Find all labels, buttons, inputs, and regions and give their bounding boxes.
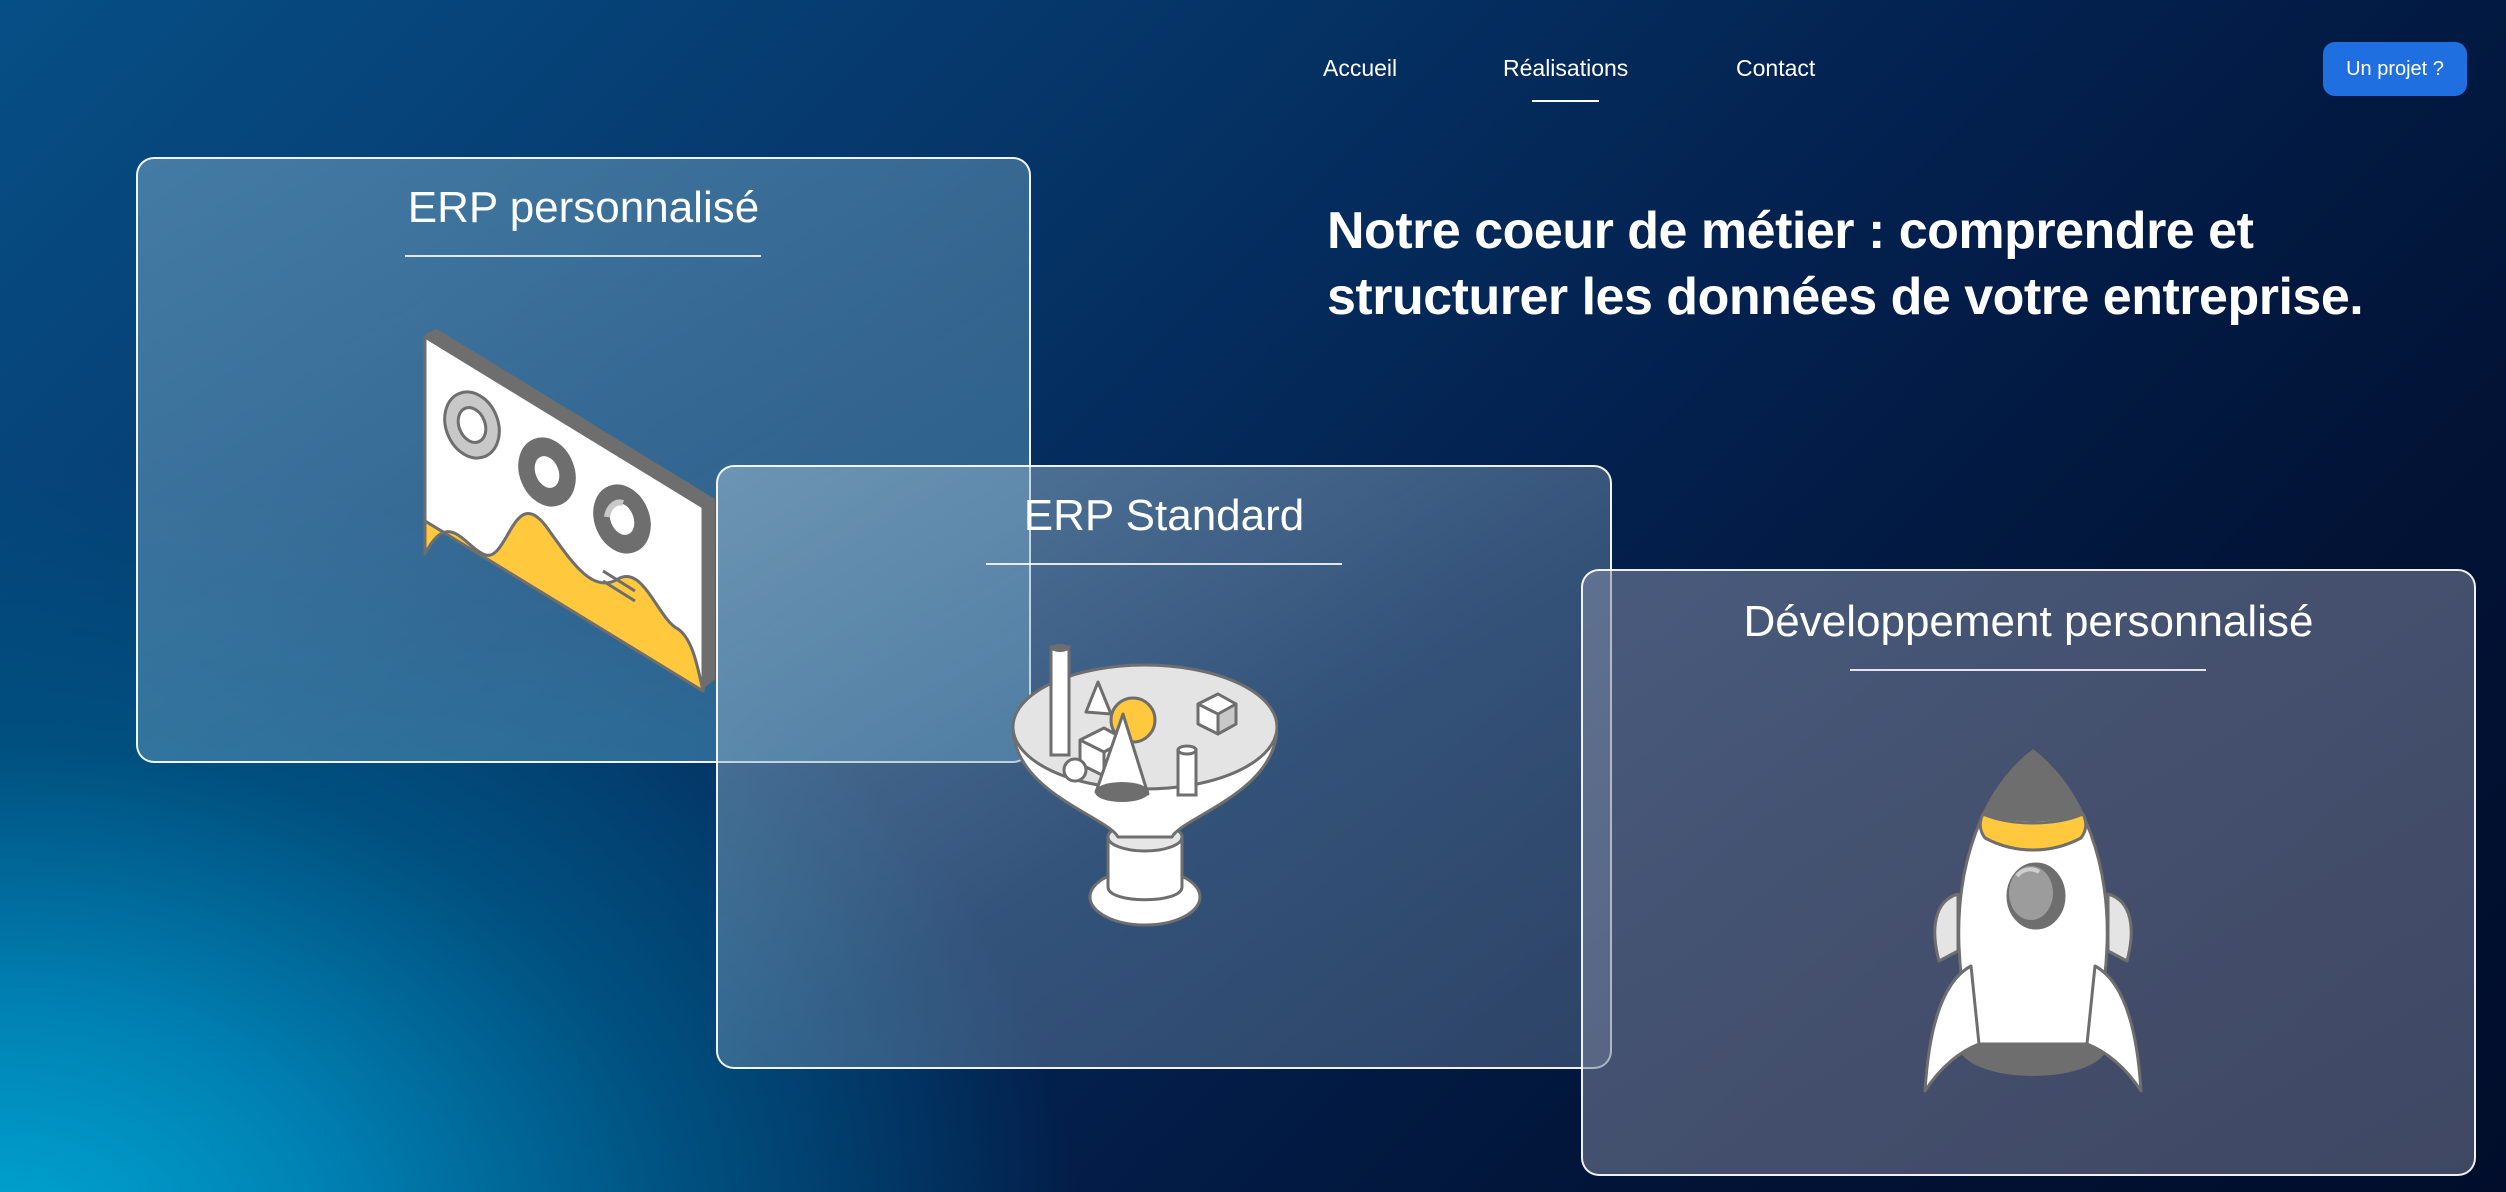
data-funnel-icon (1011, 644, 1278, 927)
nav-link-realisations[interactable]: Réalisations (1503, 55, 1628, 102)
card-erp-standard[interactable]: ERP Standard (716, 465, 1612, 1069)
rocket-icon (1923, 749, 2143, 1093)
card-title: ERP Standard (1023, 491, 1305, 540)
project-cta-button[interactable]: Un projet ? (2323, 42, 2467, 96)
card-title-underline (1850, 669, 2206, 671)
card-title-underline (405, 255, 761, 257)
nav-link-contact[interactable]: Contact (1736, 55, 1815, 82)
card-developpement-personnalise[interactable]: Développement personnalisé (1581, 569, 2476, 1176)
card-title: ERP personnalisé (407, 183, 760, 232)
nav-link-accueil[interactable]: Accueil (1323, 55, 1397, 82)
dashboard-screen-icon (423, 329, 715, 693)
card-title: Développement personnalisé (1743, 597, 2314, 646)
page-headline: Notre coeur de métier : comprendre et st… (1327, 202, 2364, 326)
card-title-underline (986, 563, 1342, 565)
